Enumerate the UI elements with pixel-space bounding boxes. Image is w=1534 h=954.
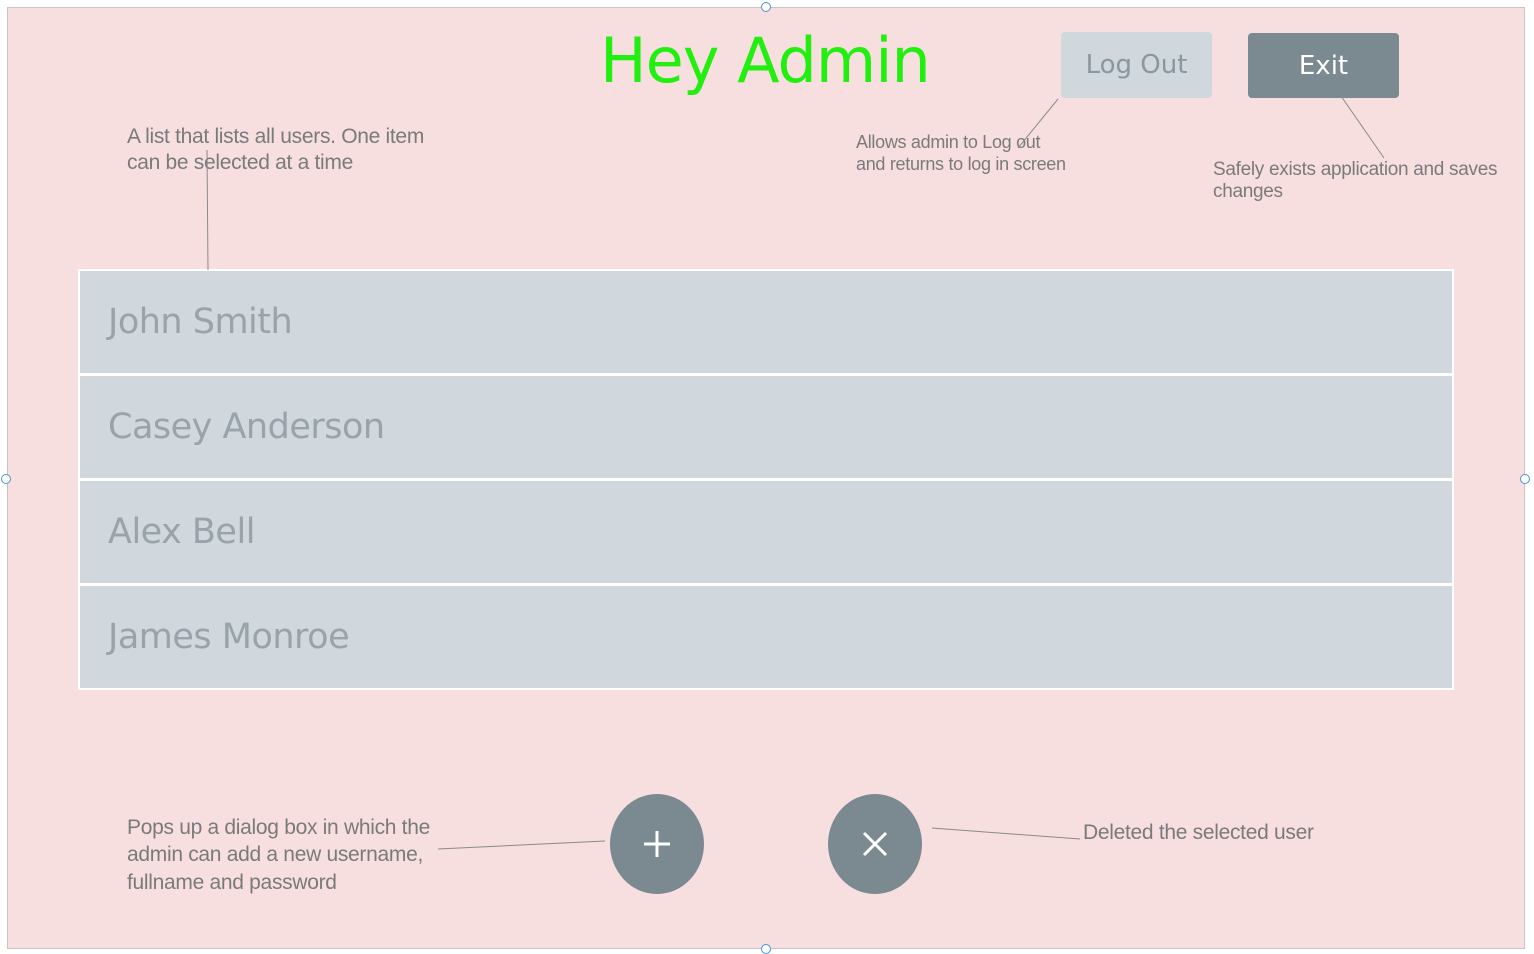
exit-button[interactable]: Exit (1248, 33, 1399, 98)
user-list: John Smith Casey Anderson Alex Bell Jame… (78, 269, 1454, 690)
page-title: Hey Admin (600, 24, 931, 97)
list-annotation-line: can be selected at a time (127, 150, 353, 174)
exit-annotation: Safely exists application and saves chan… (1213, 159, 1523, 204)
add-annotation-line: Pops up a dialog box in which the (127, 816, 430, 839)
add-annotation: Pops up a dialog box in which the admin … (127, 814, 467, 896)
logout-annotation-line: and returns to log in screen (856, 153, 1066, 174)
user-list-item[interactable]: James Monroe (80, 586, 1452, 688)
list-annotation: A list that lists all users. One item ca… (127, 124, 467, 175)
exit-annotation-line: changes (1213, 181, 1283, 203)
add-user-button[interactable] (610, 794, 704, 894)
logout-button[interactable]: Log Out (1061, 32, 1212, 98)
resize-handle-right[interactable] (1520, 474, 1530, 484)
delete-user-button[interactable] (828, 794, 922, 894)
logout-annotation-line: Allows admin to Log out (856, 132, 1041, 152)
list-annotation-line: A list that lists all users. One item (127, 125, 425, 148)
resize-handle-left[interactable] (1, 474, 11, 484)
resize-handle-bottom[interactable] (761, 944, 771, 954)
plus-icon (644, 831, 670, 857)
exit-annotation-line: Safely exists application and saves (1213, 159, 1498, 180)
add-annotation-line: fullname and password (127, 870, 337, 894)
close-icon (862, 831, 888, 857)
delete-annotation: Deleted the selected user (1083, 821, 1314, 844)
logout-annotation: Allows admin to Log out and returns to l… (856, 132, 1076, 175)
user-list-item[interactable]: Casey Anderson (80, 376, 1452, 478)
user-list-item[interactable]: John Smith (80, 271, 1452, 373)
add-annotation-line: admin can add a new username, (127, 843, 423, 867)
user-list-item[interactable]: Alex Bell (80, 481, 1452, 583)
resize-handle-top[interactable] (761, 2, 771, 12)
